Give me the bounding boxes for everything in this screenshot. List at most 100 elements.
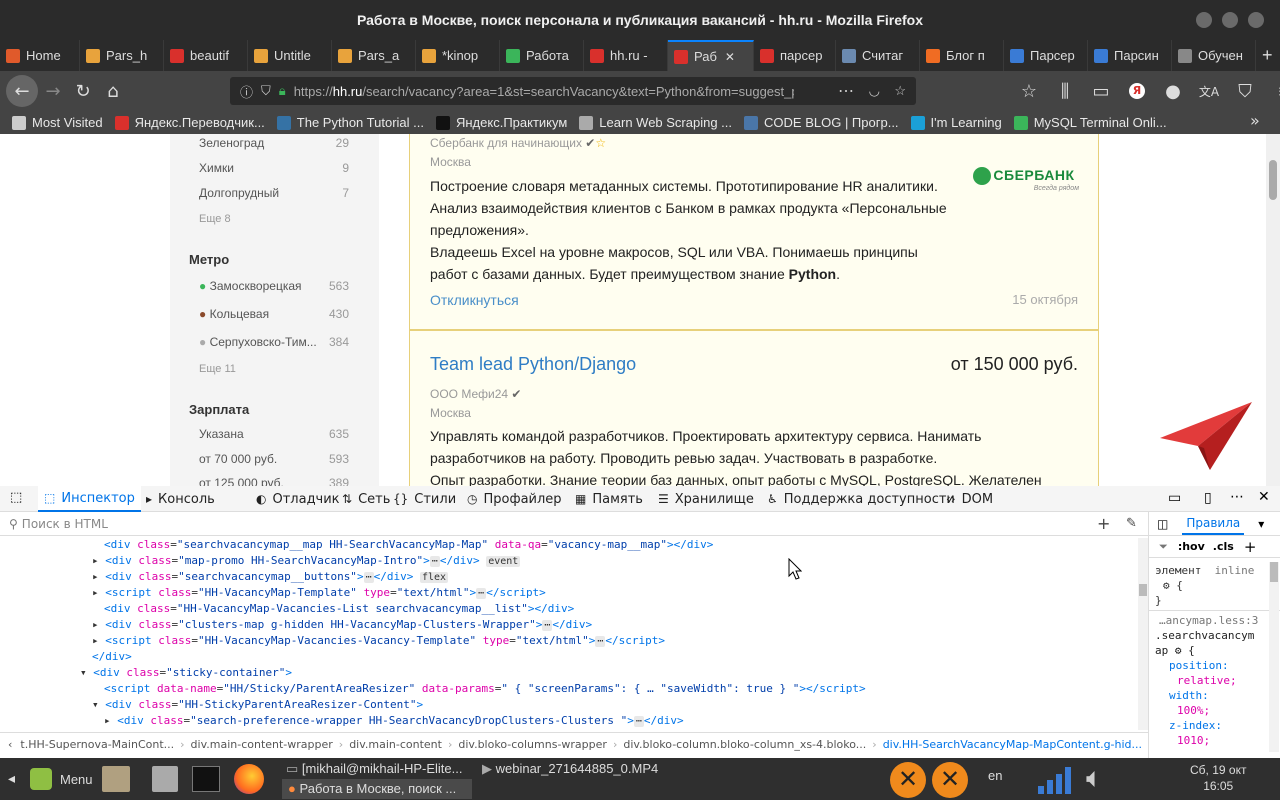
- tab-7[interactable]: hh.ru -: [584, 40, 668, 71]
- warning-indicator-icon[interactable]: ✕: [890, 762, 926, 798]
- bookmark-item[interactable]: The Python Tutorial ...: [276, 115, 424, 130]
- tab-9[interactable]: парсер: [754, 40, 836, 71]
- markup-line[interactable]: ▾ <div class="sticky-container">: [80, 666, 292, 679]
- library-button[interactable]: ⫼: [1050, 76, 1080, 106]
- tab-5[interactable]: *kinop: [416, 40, 500, 71]
- devtools-tab-9[interactable]: ‹› DOM: [946, 486, 993, 512]
- tab-6[interactable]: Работа: [500, 40, 584, 71]
- more-options-icon[interactable]: ⋯: [1230, 489, 1244, 505]
- pocket-icon[interactable]: ◡: [869, 83, 880, 99]
- menu-button[interactable]: ≡: [1270, 76, 1280, 106]
- devtools-tab-7[interactable]: ☰ Хранилище: [658, 486, 754, 512]
- tab-2[interactable]: beautif: [164, 40, 248, 71]
- css-property-name[interactable]: z-index:: [1169, 719, 1222, 732]
- css-property-value[interactable]: relative;: [1177, 674, 1237, 687]
- markup-view[interactable]: <div class="searchvacancymap__map HH-Sea…: [0, 538, 1138, 728]
- url-text[interactable]: https://hh.ru/search/vacancy?area=1&st=s…: [294, 84, 794, 99]
- devtools-tab-5[interactable]: ◷ Профайлер: [467, 486, 562, 512]
- tab-13[interactable]: Парсин: [1088, 40, 1172, 71]
- bookmark-item[interactable]: Яндекс.Практикум: [435, 115, 567, 130]
- tab-rules[interactable]: Правила: [1182, 513, 1245, 535]
- tab-0[interactable]: Home: [0, 40, 80, 71]
- tab-11[interactable]: Блог п: [920, 40, 1004, 71]
- forward-button[interactable]: →: [38, 76, 68, 106]
- url-bar[interactable]: ⓘ ⛉ 🔒︎ https://hh.ru/search/vacancy?area…: [230, 77, 916, 105]
- show-more-cities-link[interactable]: Еще 8: [199, 213, 231, 225]
- breadcrumb-item[interactable]: t.HH-Supernova-MainCont...: [20, 738, 174, 751]
- start-menu-button[interactable]: Menu: [30, 768, 93, 790]
- devtools-tab-3[interactable]: ⇅ Сеть: [342, 486, 390, 512]
- devtools-tab-0[interactable]: ⬚ Инспектор: [38, 486, 141, 512]
- eyedropper-icon[interactable]: ✎: [1126, 516, 1137, 531]
- file-manager-icon[interactable]: [102, 766, 130, 792]
- terminal-icon[interactable]: [192, 766, 220, 792]
- markup-line[interactable]: <script data-name="HH/Sticky/ParentAreaR…: [104, 682, 866, 695]
- firefox-icon[interactable]: [234, 764, 264, 794]
- filter-item[interactable]: ● Кольцевая 430: [199, 307, 349, 321]
- breadcrumb-item-selected[interactable]: div.HH-SearchVacancyMap-MapContent.g-hid…: [883, 738, 1142, 751]
- close-devtools-icon[interactable]: ✕: [1258, 489, 1270, 505]
- vacancy-title-link[interactable]: Team lead Python/Django: [430, 354, 636, 375]
- rules-scrollbar[interactable]: [1269, 562, 1279, 752]
- network-signal-icon[interactable]: [1036, 764, 1076, 796]
- maximize-button[interactable]: [1222, 12, 1238, 28]
- filter-item[interactable]: ● Серпуховско-Тим... 384: [199, 335, 349, 349]
- filter-item[interactable]: Указана 635: [199, 427, 349, 441]
- respond-link[interactable]: Откликнуться: [430, 292, 519, 308]
- css-property-name[interactable]: position:: [1169, 659, 1229, 672]
- company-name[interactable]: Сбербанк для начинающих ✔☆: [430, 136, 606, 150]
- new-tab-button[interactable]: +: [1256, 40, 1279, 71]
- tab-12[interactable]: Парсер: [1004, 40, 1088, 71]
- files-icon[interactable]: [152, 766, 178, 792]
- sidebar-button[interactable]: ▭: [1086, 76, 1116, 106]
- tab-10[interactable]: Считаг: [836, 40, 920, 71]
- bookmarks-overflow-icon[interactable]: »: [1250, 111, 1260, 130]
- breadcrumb-item[interactable]: div.main-content: [349, 738, 442, 751]
- add-node-icon[interactable]: +: [1097, 514, 1110, 533]
- breadcrumb-item[interactable]: div.bloko-column.bloko-column_xs-4.bloko…: [623, 738, 866, 751]
- tab-14[interactable]: Обучен: [1172, 40, 1256, 71]
- responsive-icon[interactable]: ▯: [1204, 490, 1212, 506]
- markup-line[interactable]: ▸ <script class="HH-VacancyMap-Vacancies…: [92, 634, 665, 647]
- bookmark-item[interactable]: CODE BLOG | Прогр...: [744, 115, 899, 130]
- back-button[interactable]: ←: [6, 75, 38, 107]
- markup-line[interactable]: <div class="HH-VacancyMap-Vacancies-List…: [104, 602, 574, 615]
- tab-3[interactable]: Untitle: [248, 40, 332, 71]
- show-more-metro-link[interactable]: Еще 11: [199, 363, 236, 375]
- filter-icon[interactable]: ⏷: [1159, 540, 1168, 554]
- html-search-input[interactable]: Поиск в HTML: [22, 517, 108, 531]
- github-button[interactable]: ●: [1158, 76, 1188, 106]
- bookmark-item[interactable]: Яндекс.Переводчик...: [114, 115, 265, 130]
- rule-selector[interactable]: ap ⚙ {: [1155, 644, 1195, 657]
- taskbar-window-terminal[interactable]: ▭ [mikhail@mikhail-HP-Elite...: [286, 761, 476, 779]
- clock[interactable]: Сб, 19 окт 16:05: [1190, 762, 1246, 794]
- keyboard-layout-indicator[interactable]: en: [988, 768, 1002, 783]
- home-button[interactable]: ⌂: [98, 76, 128, 106]
- markup-line[interactable]: </div>: [92, 650, 132, 663]
- devtools-tab-8[interactable]: ♿ Поддержка доступности: [767, 486, 955, 512]
- html-search-bar[interactable]: ⚲ Поиск в HTML + ✎: [0, 512, 1148, 536]
- bookmark-item[interactable]: Learn Web Scraping ...: [579, 115, 732, 130]
- hov-toggle[interactable]: :hov: [1178, 540, 1205, 553]
- markup-line[interactable]: ▸ <div class="search-preference-wrapper …: [104, 714, 684, 727]
- tab-1[interactable]: Pars_h: [80, 40, 164, 71]
- info-icon[interactable]: ⓘ: [240, 82, 253, 101]
- company-name[interactable]: ООО Мефи24 ✔: [430, 387, 521, 401]
- bookmark-item[interactable]: MySQL Terminal Onli...: [1013, 115, 1167, 130]
- css-property-value[interactable]: 1010;: [1177, 734, 1210, 747]
- translate-button[interactable]: 文A: [1194, 76, 1224, 106]
- bookmark-star-icon[interactable]: ☆: [894, 83, 906, 99]
- rule-element[interactable]: элемент inline: [1155, 564, 1254, 577]
- markup-line[interactable]: ▾ <div class="HH-StickyParentAreaResizer…: [92, 698, 423, 711]
- reload-button[interactable]: ↻: [68, 76, 98, 106]
- volume-icon[interactable]: 🔈︎: [1086, 762, 1103, 795]
- taskbar-window-video[interactable]: ▶ webinar_271644885_0.MP4: [482, 761, 658, 777]
- yandex-extension-button[interactable]: Я: [1122, 76, 1152, 106]
- bookmark-item[interactable]: Most Visited: [12, 115, 103, 130]
- breadcrumb-item[interactable]: div.main-content-wrapper: [191, 738, 333, 751]
- markup-line[interactable]: ▸ <div class="searchvacancymap__buttons"…: [92, 570, 449, 583]
- minimize-button[interactable]: [1196, 12, 1212, 28]
- css-property-value[interactable]: 100%;: [1177, 704, 1210, 717]
- downloads-button[interactable]: ☆: [1014, 76, 1044, 106]
- markup-line[interactable]: ▸ <div class="clusters-map g-hidden HH-V…: [92, 618, 592, 631]
